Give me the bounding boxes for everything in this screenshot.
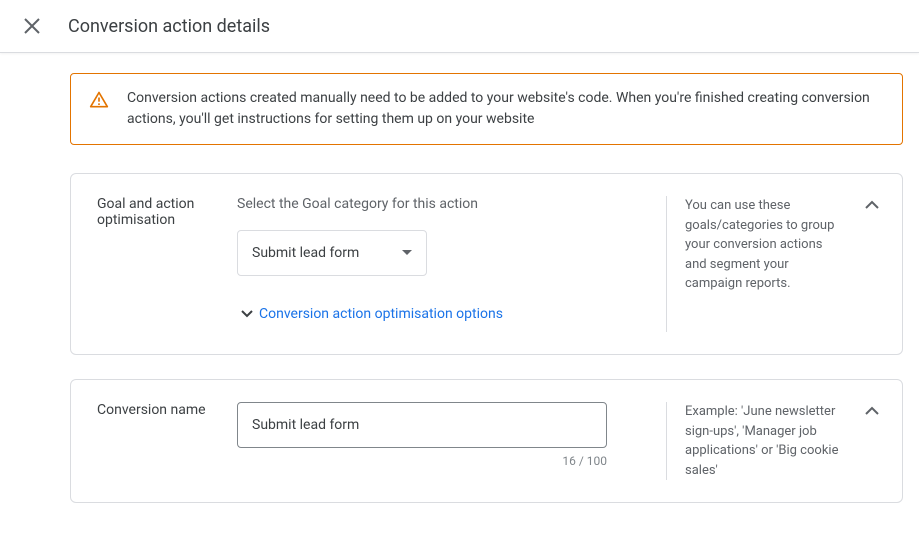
collapse-name-button[interactable]	[860, 398, 884, 422]
optimisation-options-label: Conversion action optimisation options	[259, 306, 503, 322]
goal-category-prompt: Select the Goal category for this action	[237, 196, 646, 212]
chevron-down-icon	[241, 310, 253, 318]
conversion-name-input[interactable]	[237, 402, 607, 448]
content-area: Conversion actions created manually need…	[0, 53, 919, 547]
name-help-text: Example: 'June newsletter sign-ups', 'Ma…	[666, 402, 876, 480]
page-header: Conversion action details	[0, 0, 919, 53]
collapse-goal-button[interactable]	[860, 192, 884, 216]
chevron-up-icon	[865, 200, 879, 209]
chevron-up-icon	[865, 406, 879, 415]
warning-icon	[89, 90, 109, 130]
page-title: Conversion action details	[68, 16, 270, 37]
goal-optimisation-card: Goal and action optimisation Select the …	[70, 173, 903, 355]
name-section-label: Conversion name	[97, 402, 217, 418]
warning-alert: Conversion actions created manually need…	[70, 73, 903, 145]
goal-category-value: Submit lead form	[252, 245, 359, 261]
warning-text: Conversion actions created manually need…	[127, 88, 884, 130]
close-icon	[24, 18, 40, 34]
conversion-name-card: Conversion name 16 / 100 Example: 'June …	[70, 379, 903, 503]
caret-down-icon	[402, 250, 412, 256]
goal-help-text: You can use these goals/categories to gr…	[666, 196, 876, 332]
goal-section-label: Goal and action optimisation	[97, 196, 217, 228]
goal-category-select[interactable]: Submit lead form	[237, 230, 427, 276]
optimisation-options-toggle[interactable]: Conversion action optimisation options	[241, 306, 646, 322]
close-button[interactable]	[20, 14, 44, 38]
character-counter: 16 / 100	[237, 454, 607, 468]
